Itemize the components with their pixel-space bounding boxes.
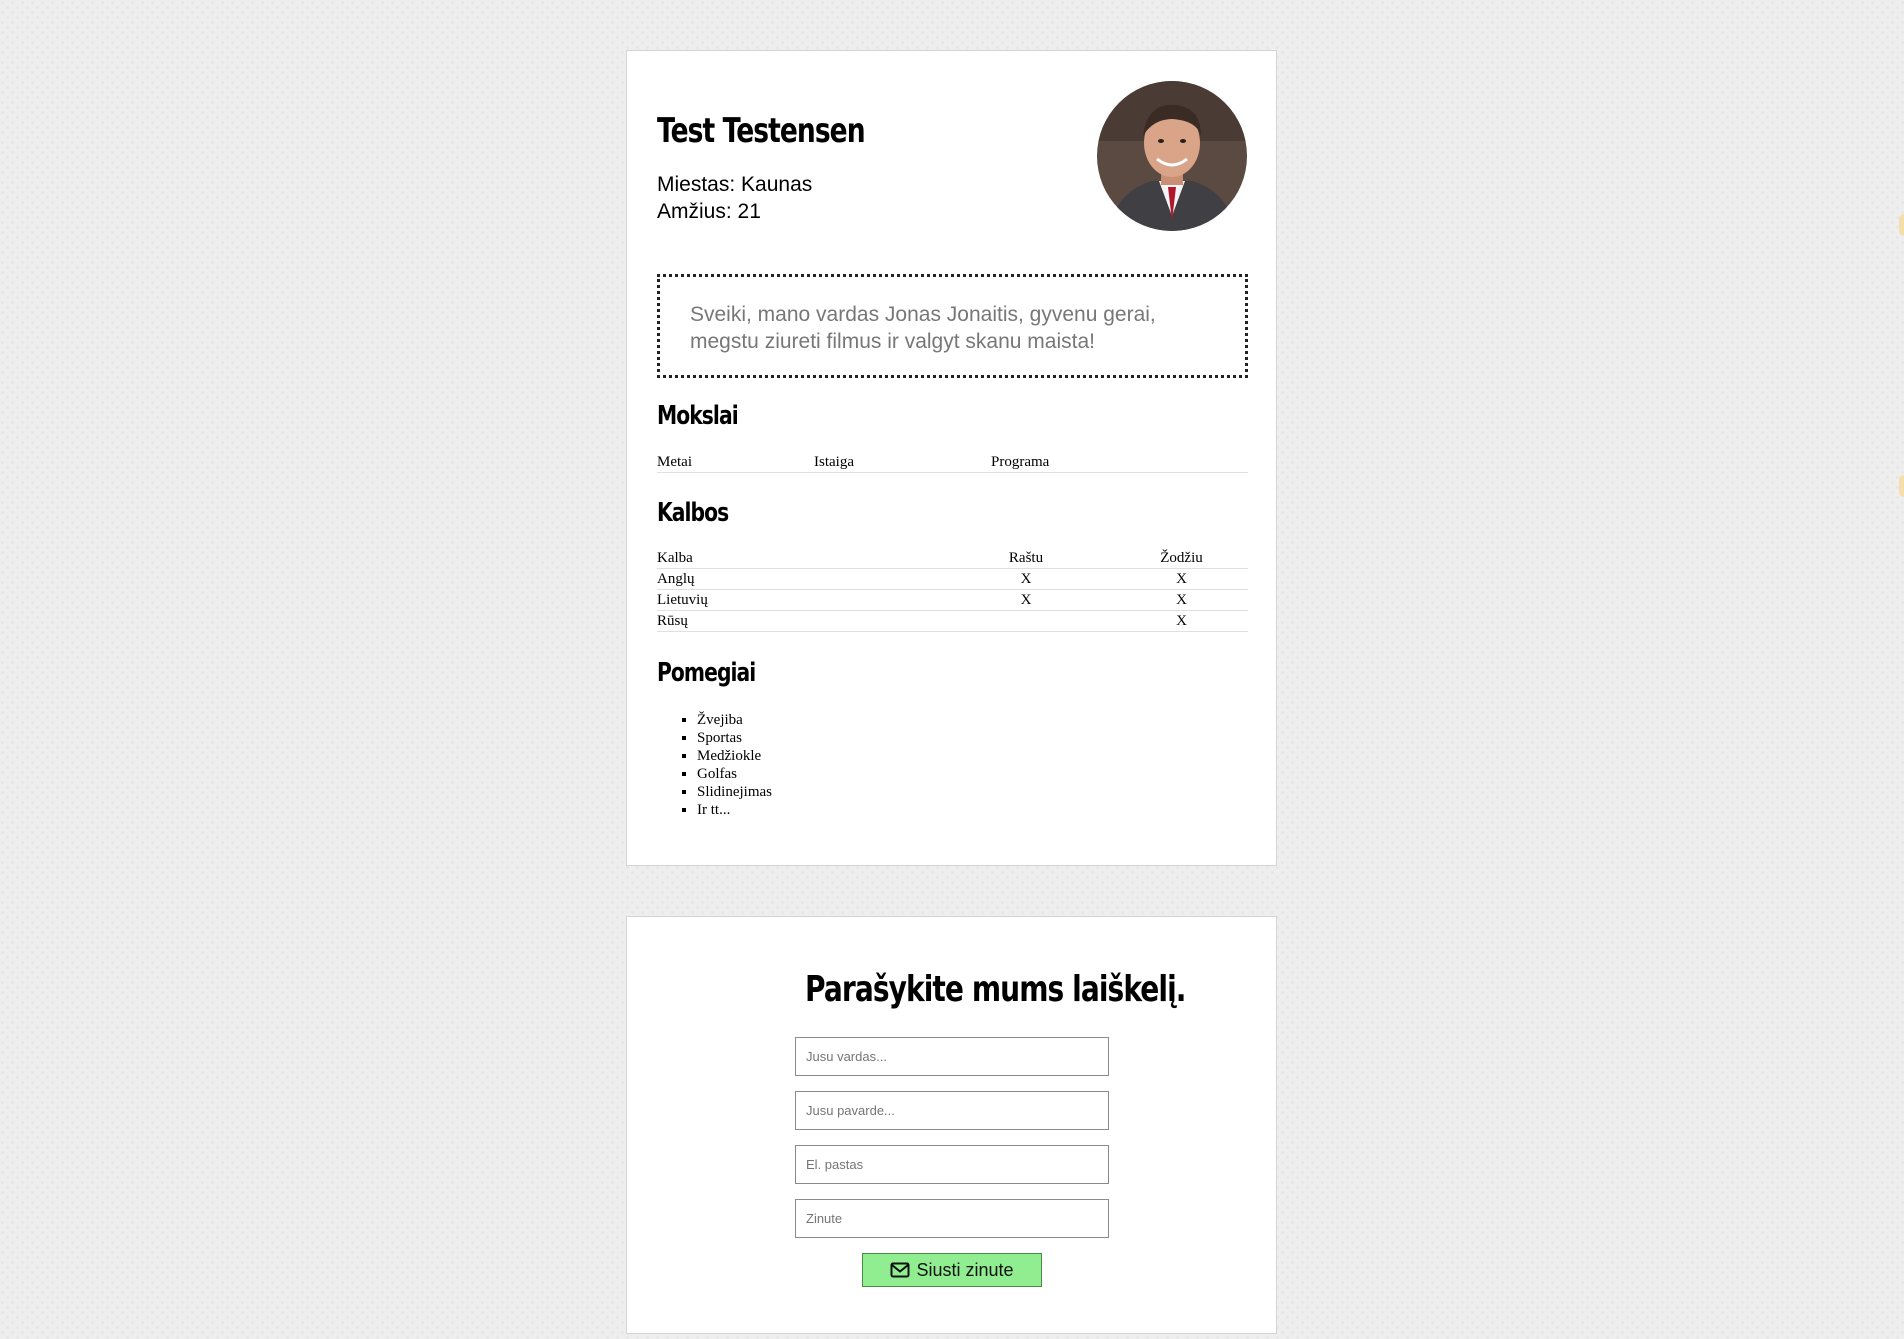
table-header-cell: Kalba — [657, 548, 937, 569]
send-button[interactable]: Siusti zinute — [862, 1253, 1042, 1287]
cv-card: Test Testensen Miestas: Kaunas Amžius: 2… — [626, 50, 1277, 866]
contact-heading: Parašykite mums laiškelį. — [805, 969, 1186, 1010]
table-header-cell: Istaiga — [814, 452, 991, 473]
education-heading: Mokslai — [657, 401, 739, 431]
avatar — [1097, 81, 1247, 231]
profile-city: Miestas: Kaunas — [657, 173, 813, 196]
edge-decoration — [1899, 214, 1904, 236]
edge-decoration — [1899, 475, 1904, 497]
list-item: Sportas — [697, 729, 772, 747]
message-input[interactable] — [795, 1199, 1109, 1238]
profile-age: Amžius: 21 — [657, 200, 761, 223]
list-item: Slidinejimas — [697, 783, 772, 801]
table-header-cell: Metai — [657, 452, 814, 473]
table-header-cell: Žodžiu — [1115, 548, 1248, 569]
table-cell: X — [1115, 589, 1248, 611]
table-header-cell: Raštu — [937, 548, 1115, 569]
languages-heading: Kalbos — [657, 498, 729, 528]
table-cell: X — [1115, 610, 1248, 632]
table-header-cell: Programa — [991, 452, 1248, 473]
table-cell: Anglų — [657, 568, 937, 590]
table-cell: Rūsų — [657, 610, 937, 632]
profile-name: Test Testensen — [657, 111, 866, 151]
list-item: Medžiokle — [697, 747, 772, 765]
languages-table: Kalba Raštu Žodžiu Anglų X X Lietuvių X … — [657, 548, 1248, 632]
send-button-label: Siusti zinute — [916, 1259, 1014, 1280]
table-cell: Lietuvių — [657, 589, 937, 611]
table-row: Lietuvių X X — [657, 589, 1248, 611]
list-item: Golfas — [697, 765, 772, 783]
contact-card: Parašykite mums laiškelį. Siusti zinute — [626, 916, 1277, 1334]
education-table: Metai Istaiga Programa — [657, 452, 1248, 473]
table-row: Anglų X X — [657, 568, 1248, 590]
hobbies-list: Žvejiba Sportas Medžiokle Golfas Slidine… — [667, 711, 772, 819]
about-text: Sveiki, mano vardas Jonas Jonaitis, gyve… — [657, 274, 1248, 378]
table-row: Metai Istaiga Programa — [657, 452, 1248, 473]
envelope-icon — [890, 1262, 910, 1278]
list-item: Ir tt... — [697, 801, 772, 819]
surname-input[interactable] — [795, 1091, 1109, 1130]
table-cell: X — [937, 589, 1115, 611]
email-input[interactable] — [795, 1145, 1109, 1184]
list-item: Žvejiba — [697, 711, 772, 729]
table-row: Rūsų X — [657, 610, 1248, 632]
table-cell: X — [1115, 568, 1248, 590]
table-row: Kalba Raštu Žodžiu — [657, 548, 1248, 569]
avatar-photo — [1097, 81, 1247, 231]
table-cell — [937, 610, 1115, 632]
hobbies-heading: Pomegiai — [657, 658, 756, 688]
table-cell: X — [937, 568, 1115, 590]
name-input[interactable] — [795, 1037, 1109, 1076]
